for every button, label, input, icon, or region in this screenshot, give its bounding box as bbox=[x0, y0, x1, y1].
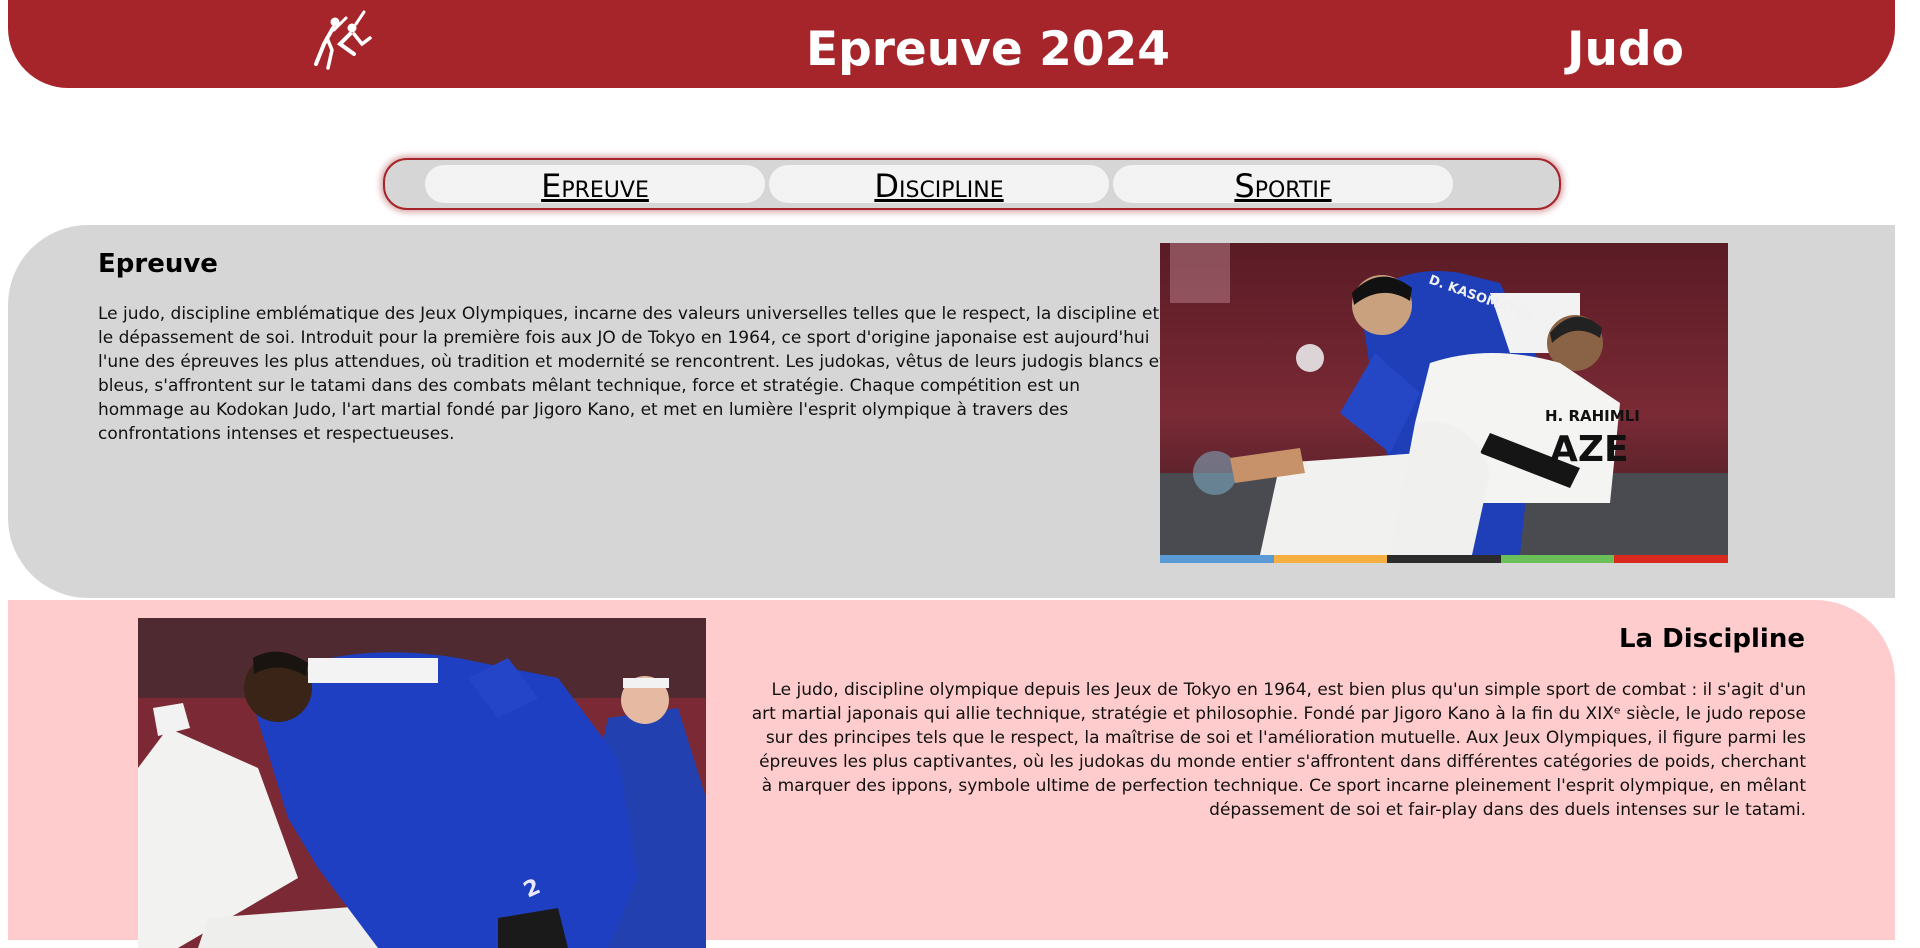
epreuve-text: Le judo, discipline emblématique des Jeu… bbox=[98, 304, 1166, 444]
discipline-text: Le judo, discipline olympique depuis les… bbox=[751, 680, 1806, 820]
discipline-title: La Discipline bbox=[1618, 624, 1805, 654]
nav-tab-discipline[interactable]: Discipline bbox=[769, 165, 1109, 205]
epreuve-section: Epreuve Le judo, discipline emblématique… bbox=[8, 225, 1895, 598]
discipline-section: 2 La Discipline Le judo, discipline olym… bbox=[8, 600, 1895, 948]
nav-tab-sportif[interactable]: Sportif bbox=[1113, 165, 1453, 205]
judo-logo-icon bbox=[314, 10, 372, 70]
photo-athlete-name: H. RAHIMLI bbox=[1545, 407, 1640, 425]
epreuve-title: Epreuve bbox=[98, 249, 218, 279]
epreuve-photo: H. RAHIMLI AZE D. KASOMATOV bbox=[1160, 243, 1728, 555]
site-header: Epreuve 2024 Judo bbox=[8, 0, 1895, 88]
main-nav: Epreuve Discipline Sportif bbox=[383, 158, 1561, 210]
discipline-photo: 2 bbox=[138, 618, 706, 948]
photo-country-code: AZE bbox=[1550, 429, 1629, 470]
color-stripe bbox=[1160, 555, 1728, 563]
site-sport-label: Judo bbox=[1567, 22, 1684, 77]
nav-tab-epreuve[interactable]: Epreuve bbox=[425, 165, 765, 205]
site-title: Epreuve 2024 bbox=[806, 22, 1170, 77]
